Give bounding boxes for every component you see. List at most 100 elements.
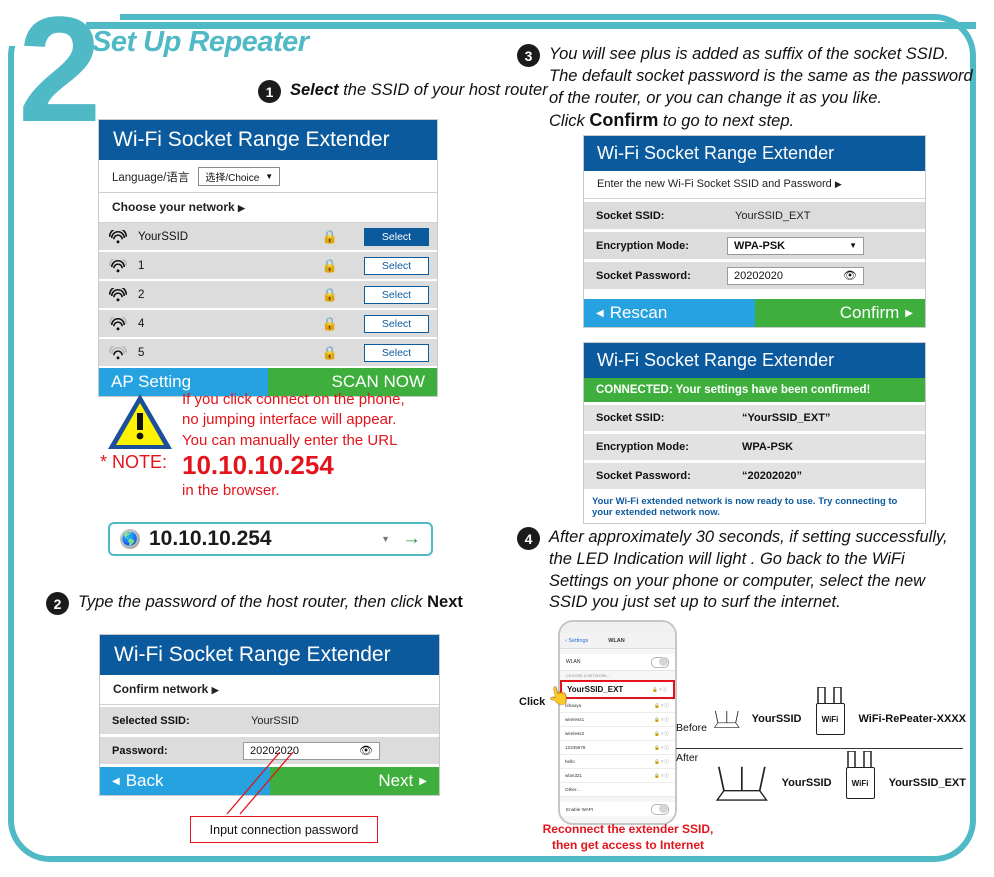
step-2: 2 Type the password of the host router, …: [46, 592, 463, 615]
note-line-1: If you click connect on the phone,: [182, 391, 405, 408]
network-ssid: YourSSID: [138, 230, 189, 243]
field-label: Selected SSID:: [112, 714, 190, 727]
phone-network-row[interactable]: Other...: [560, 783, 675, 797]
step-3-line-4b: to go to next step.: [658, 112, 795, 131]
phone-network-row[interactable]: wireless1 🔒▿ⓘ: [560, 713, 675, 727]
panel-setup-footer: ◀ Rescan Confirm ▶: [584, 299, 925, 327]
callout-text: Input connection password: [209, 822, 359, 837]
wifi-signal-icon: [108, 314, 128, 331]
network-row[interactable]: 4 🔒 Select: [99, 310, 437, 337]
network-row[interactable]: 1 🔒 Select: [99, 252, 437, 279]
field-label: Socket Password:: [596, 269, 691, 282]
field-label: Encryption Mode:: [596, 441, 689, 453]
connected-banner: CONNECTED: Your settings have been confi…: [584, 378, 925, 402]
phone-nav-bar: ‹ Settings WLAN: [560, 633, 675, 649]
eye-icon[interactable]: 👁: [843, 269, 857, 282]
wapi-toggle-switch[interactable]: [651, 803, 669, 815]
eye-icon[interactable]: 👁: [359, 744, 373, 757]
confirm-network-heading: Confirm network ▶: [100, 675, 439, 705]
phone-wapi-row[interactable]: Enable WAPI: [560, 802, 675, 816]
step-3-line-2: The default socket password is the same …: [549, 66, 973, 85]
panel-scan-title: Wi-Fi Socket Range Extender: [99, 120, 437, 160]
arrow-right-icon: ▶: [419, 775, 427, 787]
network-ssid: 2: [138, 288, 145, 301]
connected-rows: Socket SSID: “YourSSID_EXT” Encryption Mod…: [584, 402, 925, 489]
step-4: 4 After approximately 30 seconds, if set…: [517, 527, 948, 614]
lock-icon: 🔒: [321, 344, 338, 360]
select-button[interactable]: Select: [364, 343, 429, 362]
select-button[interactable]: Select: [364, 314, 429, 333]
setup-subheading: Enter the new Wi-Fi Socket SSID and Pass…: [584, 171, 925, 199]
field-value: WPA-PSK: [742, 441, 794, 453]
select-button[interactable]: Select: [364, 285, 429, 304]
arrow-right-icon: ▶: [834, 179, 842, 189]
step-1: 1 Select the SSID of your host router: [258, 80, 548, 103]
confirm-button[interactable]: Confirm ▶: [754, 299, 925, 327]
form-row: Encryption Mode: WPA-PSK ▼: [584, 232, 925, 259]
rescan-button[interactable]: ◀ Rescan: [584, 299, 755, 327]
step-3-text: You will see plus is added as suffix of …: [549, 44, 973, 133]
before-row: YourSSID WiFi WiFi-RePeater-XXXX: [712, 687, 966, 748]
step-3-line-1: You will see plus is added as suffix of …: [549, 45, 949, 63]
step-4-line-4: SSID you just set up to surf the interne…: [549, 593, 841, 612]
rescan-button-label: Rescan: [609, 303, 668, 322]
url-dropdown-icon[interactable]: ▼: [381, 534, 390, 544]
phone-network-row[interactable]: wireless2 🔒▿ⓘ: [560, 727, 675, 741]
before-router-ssid: YourSSID: [751, 713, 802, 725]
phone-network-row[interactable]: 12345678 🔒▿ⓘ: [560, 741, 675, 755]
network-row[interactable]: 5 🔒 Select: [99, 339, 437, 366]
field-value: “YourSSID_EXT”: [742, 412, 831, 424]
confirm-network-label: Confirm network: [113, 682, 209, 696]
phone-network-row[interactable]: hello 🔒▿ⓘ: [560, 755, 675, 769]
phone-network-ssid: 12345678: [565, 745, 586, 750]
extender-prongs-icon: [846, 751, 872, 767]
browser-url-bar[interactable]: 🌎 10.10.10.254 ▼ →: [108, 522, 433, 556]
step-2-text-bold: Next: [427, 593, 463, 611]
phone-network-row[interactable]: wlan321 🔒▿ⓘ: [560, 769, 675, 783]
step-2-text-a: Type the password of the host router, th…: [78, 593, 428, 611]
arrow-right-icon: ▶: [905, 307, 913, 319]
phone-mockup: ‹ Settings WLAN WLAN CHOOSE A NETWORK...…: [558, 620, 677, 825]
panel-setup-title: Wi-Fi Socket Range Extender: [584, 136, 925, 171]
panel-connected-title: Wi-Fi Socket Range Extender: [584, 343, 925, 378]
password-input[interactable]: 20202020 👁: [727, 266, 864, 285]
language-label: Language/语言: [112, 171, 190, 184]
connected-row: Socket Password: “20202020”: [584, 463, 925, 489]
back-button-label: Back: [125, 771, 164, 790]
phone-back-button[interactable]: ‹ Settings: [565, 638, 588, 644]
url-go-icon[interactable]: →: [402, 528, 421, 550]
step-1-marker: 1: [258, 80, 281, 103]
panel-connected: Wi-Fi Socket Range Extender CONNECTED: Y…: [583, 342, 926, 524]
bottom-reconnect-note: Reconnect the extender SSID, then get ac…: [518, 822, 738, 853]
wlan-toggle-switch[interactable]: [651, 656, 669, 668]
note-label: * NOTE:: [100, 452, 168, 472]
field-value: YourSSID: [251, 714, 299, 727]
step-4-marker: 4: [517, 527, 540, 550]
after-router-ssid: YourSSID: [781, 777, 832, 789]
phone-wlan-toggle-row[interactable]: WLAN: [560, 654, 675, 671]
encryption-select[interactable]: WPA-PSK ▼: [727, 236, 864, 255]
phone-network-ssid: hello: [565, 759, 575, 764]
step-2-text: Type the password of the host router, th…: [78, 592, 463, 614]
network-row[interactable]: 2 🔒 Select: [99, 281, 437, 308]
confirm-button-label: Confirm: [839, 303, 900, 322]
language-select[interactable]: 选择/Choice ▼: [198, 167, 281, 186]
setup-subheading-label: Enter the new Wi-Fi Socket SSID and Pass…: [597, 178, 832, 190]
field-label: Socket Password:: [596, 470, 691, 482]
phone-network-row[interactable]: nihaoya 🔒▿ⓘ: [560, 699, 675, 713]
phone-highlighted-network[interactable]: YourSSID_EXT 🔒▿ⓘ: [560, 680, 675, 699]
select-button[interactable]: Select: [364, 227, 429, 246]
network-ssid: 1: [138, 259, 145, 272]
phone-network-ssid: wireless1: [565, 717, 585, 722]
phone-wapi-label: Enable WAPI: [566, 806, 594, 812]
step-3-marker: 3: [517, 44, 540, 67]
phone-title: WLAN: [608, 637, 625, 644]
network-list: YourSSID 🔒 Select 1 🔒 Select 2 🔒 Select 4 🔒 Select 5…: [99, 223, 437, 366]
network-row[interactable]: YourSSID 🔒 Select: [99, 223, 437, 250]
lock-icon: 🔒: [321, 257, 338, 273]
select-button[interactable]: Select: [364, 256, 429, 275]
note-text: If you click connect on the phone, no ju…: [182, 390, 452, 501]
panel-scan: Wi-Fi Socket Range Extender Language/语言 …: [98, 119, 438, 397]
note-ip-address: 10.10.10.254: [182, 449, 334, 480]
arrow-left-icon: ◀: [112, 775, 120, 787]
